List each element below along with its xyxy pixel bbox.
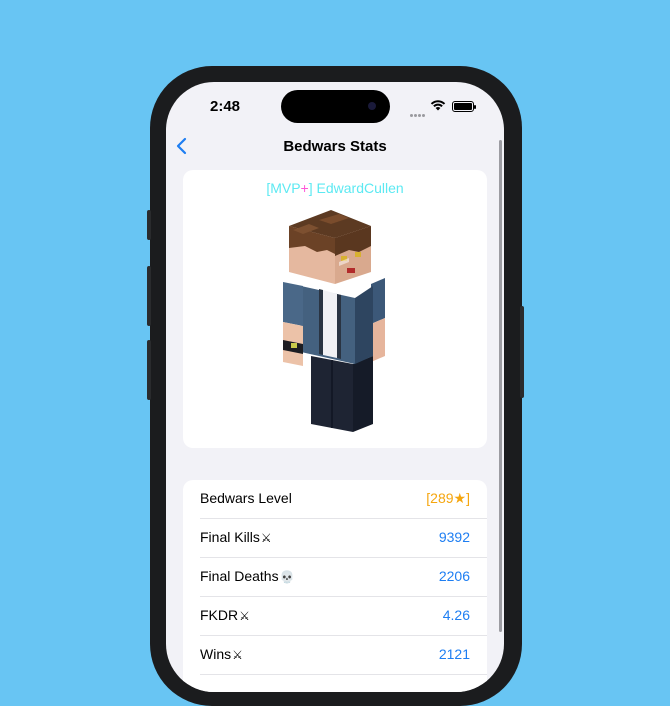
player-skin-card: [MVP+] EdwardCullen bbox=[183, 170, 487, 448]
navigation-bar: Bedwars Stats bbox=[166, 134, 504, 158]
phone-volume-down-button bbox=[147, 340, 151, 400]
stat-value: 4.26 bbox=[442, 607, 470, 623]
stat-label: Final Deaths💀 bbox=[200, 568, 295, 584]
crossed-swords-icon: ⚔ bbox=[232, 648, 243, 662]
stat-value: [289★] bbox=[426, 490, 470, 506]
stat-row-bedwars-level: Bedwars Level [289★] bbox=[200, 480, 487, 519]
crossed-swords-icon: ⚔ bbox=[260, 531, 272, 545]
stat-row-fkdr: FKDR⚔ 4.26 bbox=[200, 597, 487, 636]
phone-power-button bbox=[520, 306, 524, 398]
stat-label: FKDR⚔ bbox=[200, 607, 250, 623]
stat-label: Final Kills⚔ bbox=[200, 529, 272, 545]
stat-label: Bedwars Level bbox=[200, 490, 292, 506]
status-bar: 2:48 bbox=[166, 82, 504, 130]
rank-close: ] bbox=[308, 180, 313, 196]
stat-label: Wins⚔ bbox=[200, 646, 243, 662]
phone-screen: 2:48 Bedwars Stats [MVP+] EdwardCullen B… bbox=[166, 82, 504, 692]
player-name: [MVP+] EdwardCullen bbox=[183, 180, 487, 196]
rank-open: [MVP bbox=[266, 180, 301, 196]
stat-value: 2121 bbox=[438, 646, 470, 662]
stat-row-final-deaths: Final Deaths💀 2206 bbox=[200, 558, 487, 597]
dynamic-island bbox=[281, 90, 390, 123]
phone-action-button bbox=[147, 210, 151, 240]
stats-list: Bedwars Level [289★] Final Kills⚔ 9392 F… bbox=[183, 480, 487, 692]
rank-plus: + bbox=[300, 180, 309, 196]
crossed-swords-icon: ⚔ bbox=[239, 609, 250, 623]
camera-icon bbox=[368, 102, 376, 110]
stat-value: 9392 bbox=[438, 529, 470, 545]
page-title: Bedwars Stats bbox=[283, 138, 387, 155]
phone-volume-up-button bbox=[147, 266, 151, 326]
stat-value: 2206 bbox=[438, 568, 470, 584]
battery-icon bbox=[452, 101, 476, 112]
player-username: EdwardCullen bbox=[316, 180, 404, 196]
signal-icon bbox=[410, 104, 426, 122]
status-time: 2:48 bbox=[210, 98, 241, 115]
wifi-icon bbox=[430, 100, 446, 111]
stat-row-final-kills: Final Kills⚔ 9392 bbox=[200, 519, 487, 558]
skull-icon: 💀 bbox=[279, 570, 295, 584]
stat-row-wins: Wins⚔ 2121 bbox=[200, 636, 487, 675]
player-skin-image bbox=[283, 210, 385, 432]
scroll-indicator[interactable] bbox=[499, 140, 502, 632]
